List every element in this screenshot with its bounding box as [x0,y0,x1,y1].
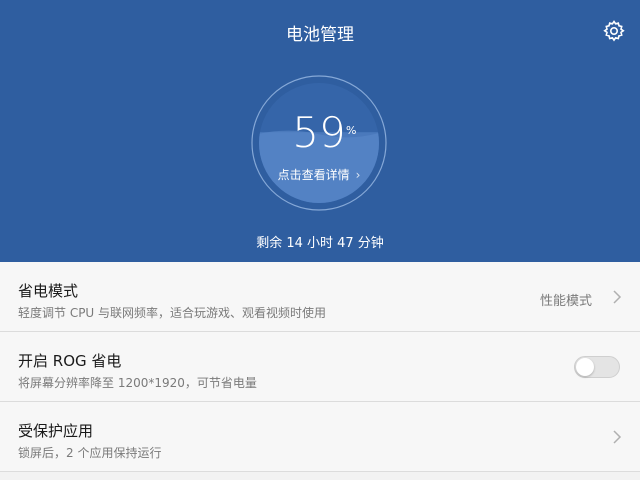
page-title: 电池管理 [286,25,354,45]
battery-details-link[interactable]: 点击查看详情 › [250,166,388,183]
gear-icon[interactable] [602,19,626,43]
battery-gauge[interactable]: 59 % 点击查看详情 › [250,74,388,212]
protected-apps-subtitle: 锁屏后，2 个应用保持运行 [18,446,162,460]
rog-power-saving-toggle[interactable] [574,356,620,378]
protected-apps-title: 受保护应用 [18,422,94,440]
battery-remaining-time: 剩余 14 小时 47 分钟 [256,236,384,251]
battery-percent: 59 [250,112,388,154]
rog-power-saving-row: 开启 ROG 省电 将屏幕分辨率降至 1200*1920，可节省电量 [0,332,640,402]
battery-percent-value: 59 [292,108,346,157]
battery-header: 电池管理 59 % 点击查看详情 › 剩余 14 小时 47 分钟 [0,0,640,262]
chevron-right-icon [613,290,622,304]
rog-power-saving-subtitle: 将屏幕分辨率降至 1200*1920，可节省电量 [18,376,257,390]
chevron-right-icon [613,430,622,444]
battery-details-label: 点击查看详情 [277,168,350,182]
protected-apps-row[interactable]: 受保护应用 锁屏后，2 个应用保持运行 [0,402,640,472]
power-saving-mode-title: 省电模式 [18,282,79,300]
chevron-right-icon: › [355,168,361,182]
power-saving-mode-value: 性能模式 [539,294,592,309]
status-bar-icons [490,0,550,4]
power-saving-mode-row[interactable]: 省电模式 轻度调节 CPU 与联网频率，适合玩游戏、观看视频时使用 性能模式 [0,262,640,332]
battery-percent-unit: % [346,124,357,137]
rog-power-saving-title: 开启 ROG 省电 [18,352,122,370]
settings-list: 省电模式 轻度调节 CPU 与联网频率，适合玩游戏、观看视频时使用 性能模式 开… [0,262,640,472]
power-saving-mode-subtitle: 轻度调节 CPU 与联网频率，适合玩游戏、观看视频时使用 [18,306,327,320]
toggle-knob [576,358,594,376]
